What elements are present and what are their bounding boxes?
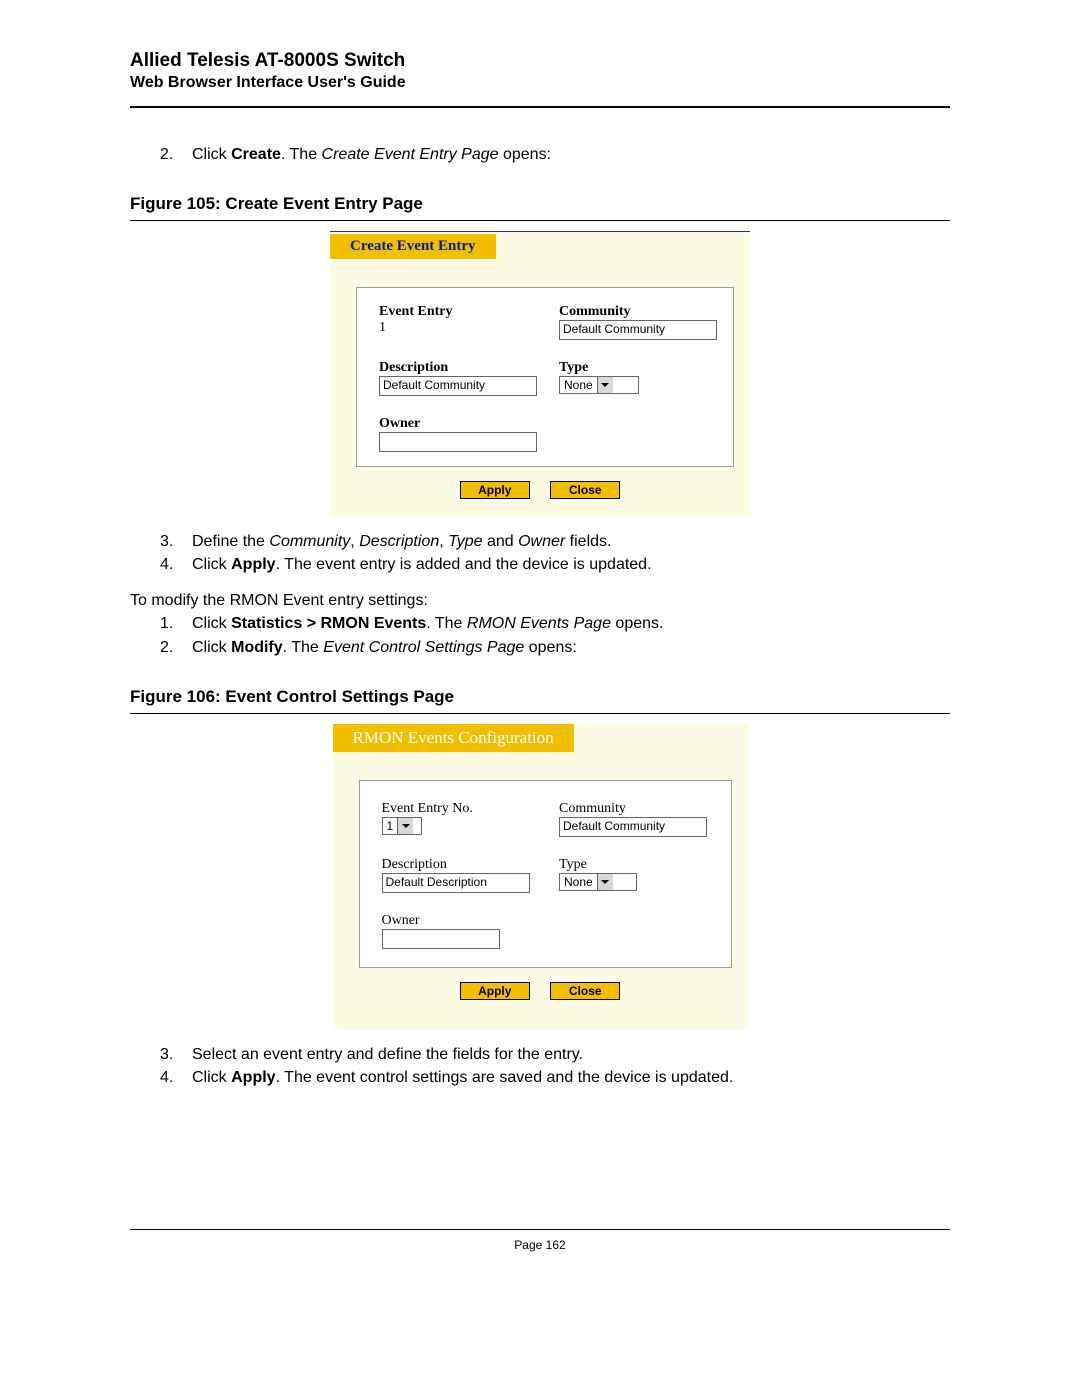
button-row: Apply Close <box>330 467 750 517</box>
event-control-settings-screenshot: RMON Events Configuration Event Entry No… <box>333 724 748 1030</box>
step-4: 4. Click Apply. The event entry is added… <box>160 554 950 576</box>
step-number: 3. <box>160 531 192 553</box>
step-number: 1. <box>160 613 192 635</box>
modify-step-2: 2. Click Modify. The Event Control Setti… <box>160 637 950 659</box>
page: Allied Telesis AT-8000S Switch Web Brows… <box>0 0 1080 1397</box>
step-text: Select an event entry and define the fie… <box>192 1044 583 1066</box>
chevron-down-icon <box>597 874 613 890</box>
step-number: 2. <box>160 637 192 659</box>
form-panel: Event Entry No. 1 Community Default Comm… <box>359 780 732 968</box>
community-field[interactable]: Default Community <box>559 320 717 340</box>
description-field[interactable]: Default Description <box>382 873 530 893</box>
figure-rule <box>130 713 950 714</box>
label-community: Community <box>559 304 721 320</box>
create-event-entry-screenshot: Create Event Entry Event Entry 1 Communi… <box>330 231 750 517</box>
figure-106-caption: Figure 106: Event Control Settings Page <box>130 687 950 707</box>
figure-105-caption: Figure 105: Create Event Entry Page <box>130 194 950 214</box>
event-entry-no-select[interactable]: 1 <box>382 817 422 835</box>
apply-button[interactable]: Apply <box>460 982 530 1000</box>
footer-rule <box>130 1229 950 1230</box>
label-owner: Owner <box>379 416 541 432</box>
close-button[interactable]: Close <box>550 982 620 1000</box>
owner-field[interactable] <box>379 432 537 452</box>
step-number: 2. <box>160 144 192 166</box>
modify-step-1: 1. Click Statistics > RMON Events. The R… <box>160 613 950 635</box>
label-event-entry: Event Entry <box>379 304 541 320</box>
step-text: Click Modify. The Event Control Settings… <box>192 637 577 659</box>
event-entry-no-value: 1 <box>383 819 398 833</box>
doc-title: Allied Telesis AT-8000S Switch <box>130 50 950 72</box>
tab-bar: Create Event Entry <box>330 234 750 259</box>
label-type: Type <box>559 360 721 376</box>
label-description: Description <box>382 857 542 873</box>
step-number: 4. <box>160 554 192 576</box>
step-text: Click Create. The Create Event Entry Pag… <box>192 144 551 166</box>
type-select[interactable]: None <box>559 376 639 394</box>
label-community: Community <box>559 801 719 817</box>
owner-field[interactable] <box>382 929 500 949</box>
chevron-down-icon <box>397 818 413 834</box>
label-description: Description <box>379 360 541 376</box>
step-text: Click Statistics > RMON Events. The RMON… <box>192 613 663 635</box>
value-event-entry: 1 <box>379 320 541 336</box>
step-text: Click Apply. The event control settings … <box>192 1067 733 1089</box>
apply-button[interactable]: Apply <box>460 481 530 499</box>
chevron-down-icon <box>597 377 613 393</box>
form-panel: Event Entry 1 Community Default Communit… <box>356 287 734 467</box>
after106-step-3: 3. Select an event entry and define the … <box>160 1044 950 1066</box>
label-type: Type <box>559 857 719 873</box>
step-text: Define the Community, Description, Type … <box>192 531 611 553</box>
tab-create-event-entry[interactable]: Create Event Entry <box>330 234 496 259</box>
page-number: Page 162 <box>130 1238 950 1252</box>
step-3: 3. Define the Community, Description, Ty… <box>160 531 950 553</box>
label-event-entry-no: Event Entry No. <box>382 801 542 817</box>
button-row: Apply Close <box>333 968 748 1030</box>
after106-step-4: 4. Click Apply. The event control settin… <box>160 1067 950 1089</box>
type-value: None <box>560 875 597 889</box>
step-2: 2. Click Create. The Create Event Entry … <box>160 144 950 166</box>
step-number: 4. <box>160 1067 192 1089</box>
figure-rule <box>130 220 950 221</box>
step-text: Click Apply. The event entry is added an… <box>192 554 652 576</box>
type-select[interactable]: None <box>559 873 637 891</box>
step-number: 3. <box>160 1044 192 1066</box>
tab-bar: RMON Events Configuration <box>333 724 748 752</box>
type-value: None <box>560 378 597 392</box>
description-field[interactable]: Default Community <box>379 376 537 396</box>
tab-rmon-events-config[interactable]: RMON Events Configuration <box>333 724 574 752</box>
label-owner: Owner <box>382 913 542 929</box>
community-field[interactable]: Default Community <box>559 817 707 837</box>
modify-intro: To modify the RMON Event entry settings: <box>130 590 950 612</box>
header-rule <box>130 106 950 108</box>
doc-subtitle: Web Browser Interface User's Guide <box>130 74 950 92</box>
close-button[interactable]: Close <box>550 481 620 499</box>
